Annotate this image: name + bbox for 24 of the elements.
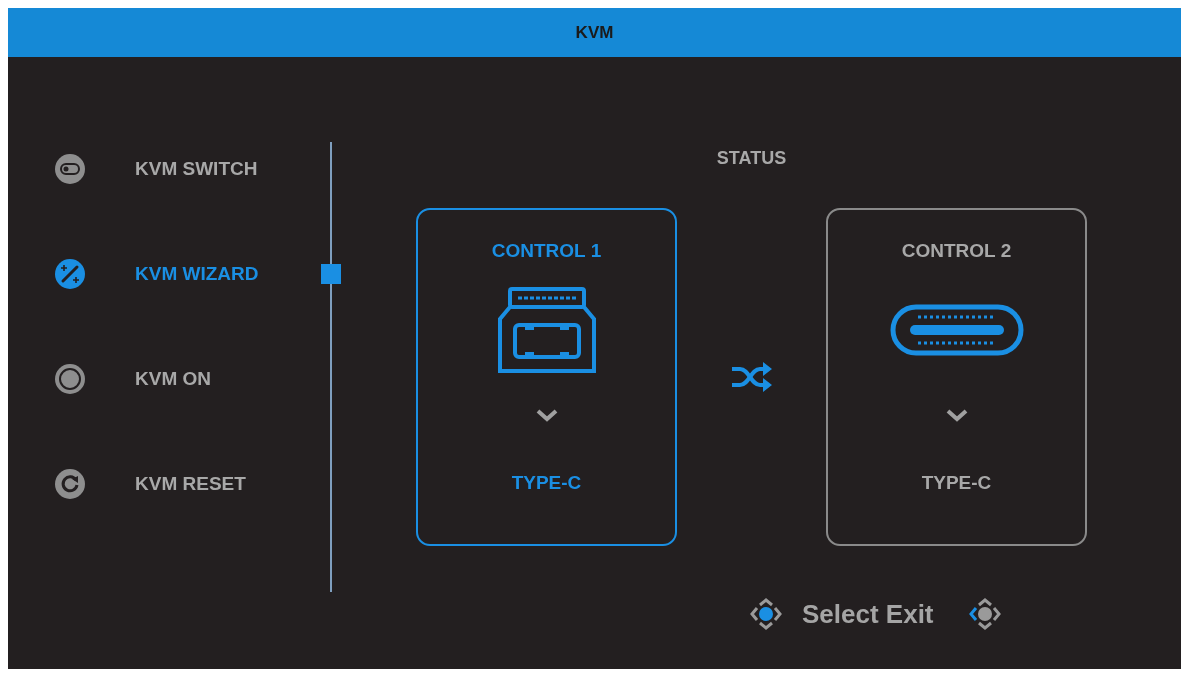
port-label: TYPE-C	[921, 472, 992, 494]
control-card[interactable]: CONTROL 1 TYPE-C	[416, 208, 677, 546]
magic-wand-icon	[55, 258, 85, 289]
menu-item[interactable]: KVM SWITCH	[55, 153, 258, 184]
status-heading: STATUS	[716, 148, 787, 168]
usb-c-port-icon	[889, 304, 1024, 356]
shuffle-icon	[730, 361, 773, 393]
chevron-down-icon	[945, 409, 968, 422]
ring-icon	[55, 363, 85, 394]
usb-port-icon	[497, 287, 596, 373]
footer-hint: Select Exit	[802, 599, 934, 629]
joystick-icon	[750, 597, 782, 631]
menu-item[interactable]: KVM RESET	[55, 468, 246, 499]
control-title: CONTROL 2	[901, 240, 1012, 262]
joystick-icon	[968, 597, 1001, 631]
menu-item[interactable]: KVM ON	[55, 363, 211, 394]
scroll-thumb[interactable]	[321, 263, 341, 284]
toggle-icon	[55, 153, 85, 184]
port-label: TYPE-C	[511, 472, 582, 494]
control-title: CONTROL 1	[491, 240, 602, 262]
chevron-down-icon	[535, 409, 558, 422]
window-title: KVM	[575, 22, 614, 43]
control-card[interactable]: CONTROL 2 TYPE-C	[826, 208, 1087, 546]
menu-item[interactable]: KVM WIZARD	[55, 258, 259, 289]
